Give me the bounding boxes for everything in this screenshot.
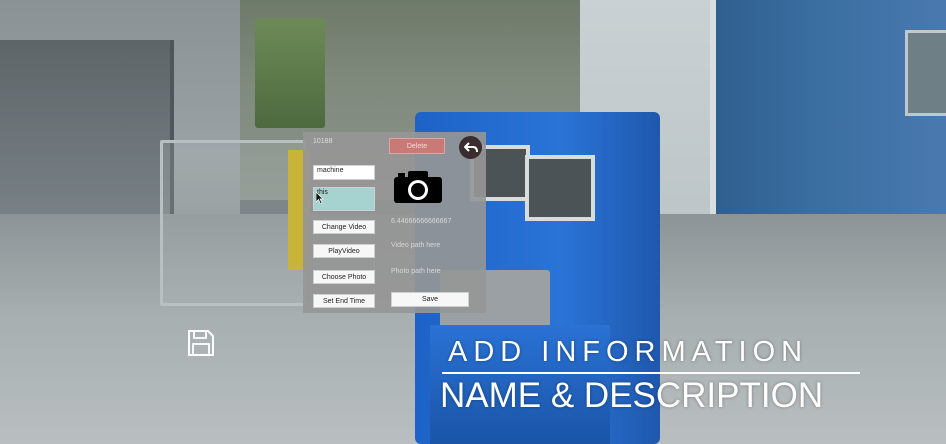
choose-photo-button[interactable]: Choose Photo (313, 270, 375, 284)
caption-divider (442, 372, 860, 374)
play-video-button[interactable]: PlayVideo (313, 244, 375, 258)
back-button[interactable] (459, 136, 482, 159)
video-path-text: Video path here (391, 242, 441, 249)
caption-add-information: ADD INFORMATION (448, 336, 809, 368)
info-panel: 10188 Delete machine this Change Video P… (303, 132, 486, 313)
save-button[interactable]: Save (391, 292, 469, 307)
name-field[interactable]: machine (313, 165, 375, 180)
left-cabinet (0, 40, 174, 230)
set-end-time-button[interactable]: Set End Time (313, 294, 375, 308)
mouse-cursor-icon (316, 192, 324, 204)
photo-path-text: Photo path here (391, 268, 441, 275)
delete-button[interactable]: Delete (389, 138, 445, 154)
camera-icon[interactable] (393, 170, 443, 204)
time-value: 6.44666666666667 (391, 218, 452, 225)
door-window (905, 30, 946, 116)
green-equipment (255, 18, 325, 128)
cart-monitor-right (525, 155, 595, 221)
trolley (160, 140, 306, 306)
back-arrow-icon (463, 141, 478, 152)
panel-id: 10188 (313, 138, 333, 145)
caption-name-description: NAME & DESCRIPTION (440, 376, 824, 415)
floppy-disk-icon[interactable] (187, 329, 215, 357)
change-video-button[interactable]: Change Video (313, 220, 375, 234)
